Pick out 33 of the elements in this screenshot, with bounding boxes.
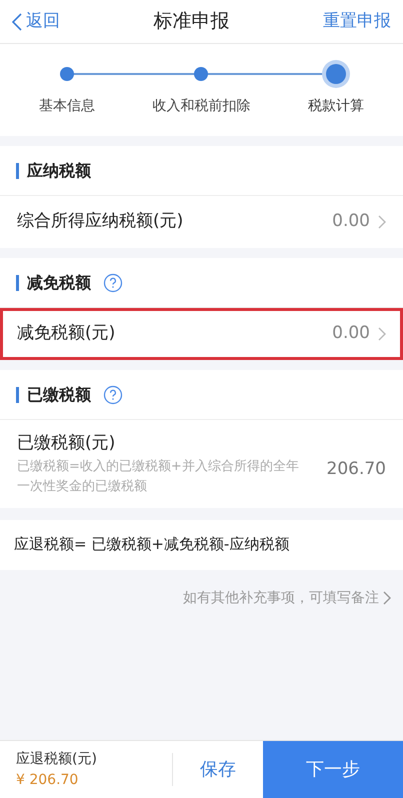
section-marker [16,162,19,178]
section-title: 应纳税额 [27,160,91,182]
tax-row[interactable]: 综合所得应纳税额(元) 0.00 [0,196,403,248]
refund-label: 应退税额(元) [16,750,98,768]
page-title: 标准申报 [154,9,230,34]
chevron-right-icon [378,215,386,229]
section-marker [16,274,19,290]
step-label: 基本信息 [39,96,96,116]
tax-row[interactable]: 减免税额(元) 0.00 [0,308,403,360]
row-label: 综合所得应纳税额(元) [17,210,184,234]
help-icon[interactable] [103,272,123,292]
row-value: 206.70 [326,458,386,480]
chevron-right-icon [383,591,391,605]
chevron-right-icon [378,327,386,341]
reset-button[interactable]: 重置申报 [323,8,391,34]
row-label: 减免税额(元) [17,322,116,346]
section-title: 减免税额 [27,272,91,294]
help-icon[interactable] [103,384,123,404]
section-marker [16,386,19,402]
section-title: 已缴税额 [27,384,91,406]
row-label: 已缴税额(元) [17,432,116,455]
remark-link[interactable]: 如有其他补充事项，可填写备注 [183,588,391,608]
back-button[interactable]: 返回 [12,8,60,34]
tax-row[interactable]: 已缴税额(元) 已缴税额=收入的已缴税额+并入综合所得的全年一次性奖金的已缴税额 206.70 [0,420,403,508]
formula-text: 应退税额= 已缴税额+减免税额-应纳税额 [14,534,290,556]
back-icon [12,12,22,30]
step-label: 收入和税前扣除 [152,96,250,116]
step-label: 税款计算 [308,96,364,116]
row-value: 0.00 [332,322,370,346]
row-description: 已缴税额=收入的已缴税额+并入综合所得的全年一次性奖金的已缴税额 [17,458,300,496]
next-step-button[interactable]: 下一步 [263,741,403,798]
refund-amount: ¥ 206.70 [16,770,80,790]
row-value: 0.00 [332,210,370,234]
